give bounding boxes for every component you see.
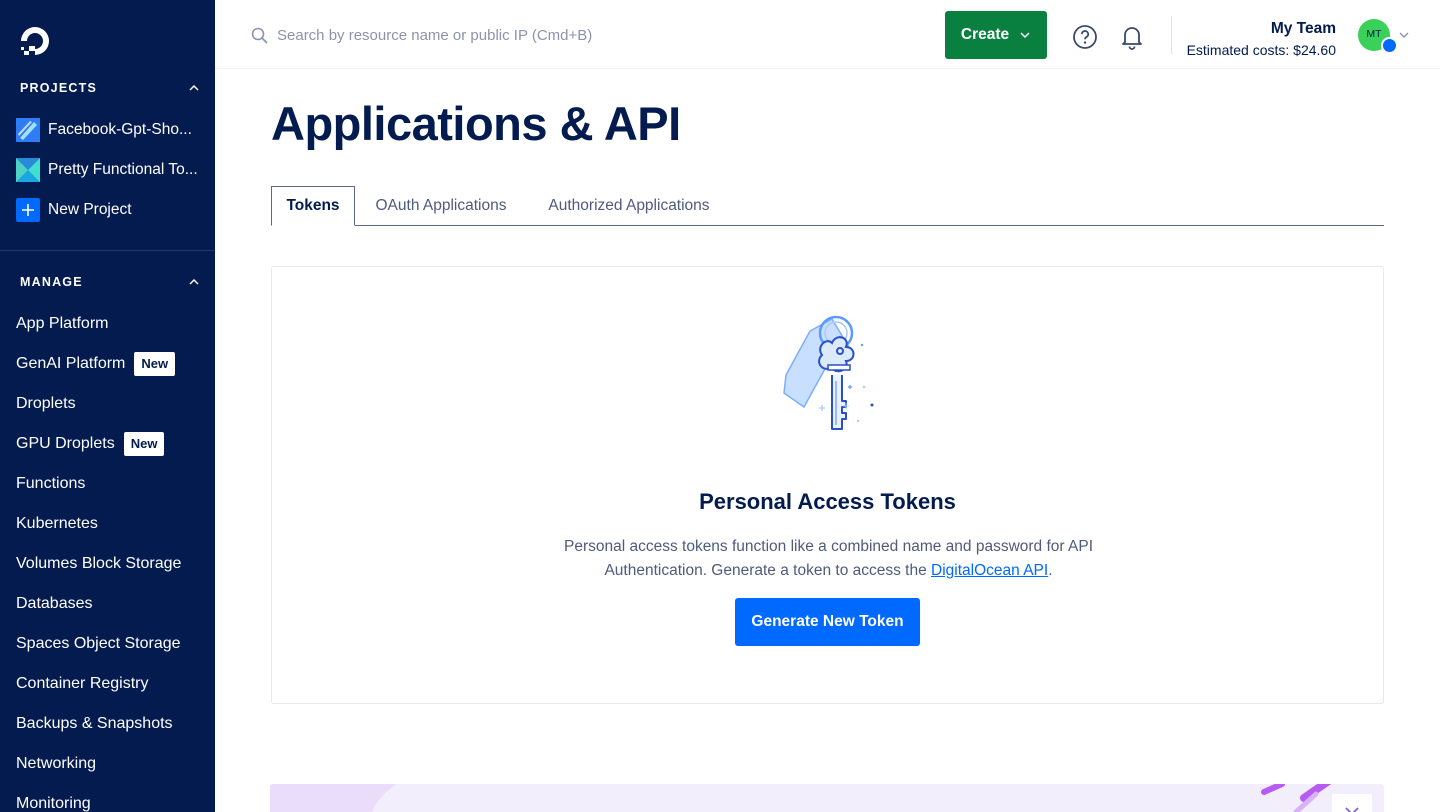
- sidebar-item-gpu-droplets[interactable]: GPU Droplets New: [16, 431, 206, 457]
- search-icon: [251, 27, 268, 44]
- sidebar-item-droplets[interactable]: Droplets: [16, 391, 206, 417]
- project-label: Facebook-Gpt-Sho...: [48, 121, 192, 138]
- search-input[interactable]: [277, 22, 877, 48]
- sidebar-item-label: Monitoring: [16, 795, 91, 812]
- page-title: Applications & API: [271, 97, 681, 150]
- new-badge: New: [123, 432, 165, 456]
- card-description: Personal access tokens function like a c…: [542, 535, 1115, 583]
- bell-icon[interactable]: [1121, 24, 1143, 50]
- sidebar-item-label: Kubernetes: [16, 515, 98, 532]
- sidebar-item-databases[interactable]: Databases: [16, 591, 206, 617]
- tokens-empty-state-card: Personal Access Tokens Personal access t…: [271, 266, 1384, 704]
- project-x-icon: [16, 158, 40, 182]
- manage-section-header[interactable]: MANAGE: [20, 272, 200, 292]
- sidebar-item-spaces[interactable]: Spaces Object Storage: [16, 631, 206, 657]
- sidebar-divider: [0, 250, 215, 251]
- tab-authorized-applications[interactable]: Authorized Applications: [527, 186, 731, 226]
- projects-section-header[interactable]: PROJECTS: [20, 78, 200, 98]
- new-project-label: New Project: [48, 201, 132, 218]
- sidebar-item-kubernetes[interactable]: Kubernetes: [16, 511, 206, 537]
- create-label: Create: [960, 26, 1010, 43]
- project-stripe-icon: [16, 118, 40, 142]
- sidebar-item-functions[interactable]: Functions: [16, 471, 206, 497]
- sidebar-item-label: GPU Droplets: [16, 435, 115, 452]
- tab-tokens[interactable]: Tokens: [271, 186, 355, 226]
- sidebar-item-label: Backups & Snapshots: [16, 715, 173, 732]
- promo-decoration-icon: [270, 784, 1332, 812]
- help-icon[interactable]: [1072, 24, 1098, 50]
- sidebar-item-label: Spaces Object Storage: [16, 635, 181, 652]
- sidebar-item-label: Container Registry: [16, 675, 149, 692]
- sidebar-item-container-registry[interactable]: Container Registry: [16, 671, 206, 697]
- projects-heading: PROJECTS: [20, 81, 97, 95]
- avatar-initials: MT: [1366, 27, 1382, 40]
- tab-oauth-applications[interactable]: OAuth Applications: [355, 186, 527, 226]
- sidebar-item-app-platform[interactable]: App Platform: [16, 311, 206, 337]
- manage-heading: MANAGE: [20, 275, 83, 289]
- digitalocean-logo-icon[interactable]: [18, 24, 54, 60]
- chevron-up-icon: [189, 278, 199, 285]
- key-illustration-icon: [783, 315, 874, 430]
- sidebar-item-label: Networking: [16, 755, 97, 772]
- header-separator: [1171, 16, 1172, 54]
- project-item-facebook[interactable]: Facebook-Gpt-Sho...: [16, 116, 206, 144]
- top-header: Create My Team Estimated costs: $24.60 M…: [215, 0, 1440, 69]
- team-name[interactable]: My Team: [1271, 20, 1336, 38]
- tabs-bar: Tokens OAuth Applications Authorized App…: [271, 186, 1384, 226]
- sidebar-item-label: Droplets: [16, 395, 76, 412]
- sidebar-item-volumes[interactable]: Volumes Block Storage: [16, 551, 206, 577]
- avatar-status-icon: [1381, 37, 1398, 54]
- sidebar-item-backups[interactable]: Backups & Snapshots: [16, 711, 206, 737]
- chevron-up-icon: [189, 84, 199, 91]
- generate-new-token-button[interactable]: Generate New Token: [735, 598, 920, 646]
- create-button[interactable]: Create: [945, 11, 1047, 59]
- plus-icon: [16, 198, 40, 222]
- project-item-pretty-functional[interactable]: Pretty Functional To...: [16, 156, 206, 184]
- sidebar-item-label: App Platform: [16, 315, 109, 332]
- new-project-link[interactable]: New Project: [16, 196, 206, 224]
- sidebar-item-label: Functions: [16, 475, 86, 492]
- close-icon: [1345, 807, 1359, 812]
- card-title: Personal Access Tokens: [699, 489, 956, 514]
- digitalocean-api-link[interactable]: DigitalOcean API: [931, 562, 1048, 579]
- new-badge: New: [134, 352, 176, 376]
- estimated-costs: Estimated costs: $24.60: [1186, 42, 1336, 58]
- sidebar-item-monitoring[interactable]: Monitoring: [16, 791, 206, 812]
- sidebar-item-networking[interactable]: Networking: [16, 751, 206, 777]
- card-desc-end: .: [1048, 562, 1053, 579]
- chevron-down-icon[interactable]: [1398, 29, 1410, 41]
- sidebar-item-label: GenAI Platform: [16, 355, 126, 372]
- sidebar-item-genai-platform[interactable]: GenAI Platform New: [16, 351, 206, 377]
- sidebar-item-label: Databases: [16, 595, 93, 612]
- sidebar-item-label: Volumes Block Storage: [16, 555, 182, 572]
- promo-banner: [270, 784, 1384, 812]
- project-label: Pretty Functional To...: [48, 161, 198, 178]
- chevron-down-icon: [1020, 32, 1030, 39]
- sidebar: PROJECTS Facebook-Gpt-Sho... Pretty Func…: [0, 0, 215, 812]
- promo-close-button[interactable]: [1332, 794, 1372, 812]
